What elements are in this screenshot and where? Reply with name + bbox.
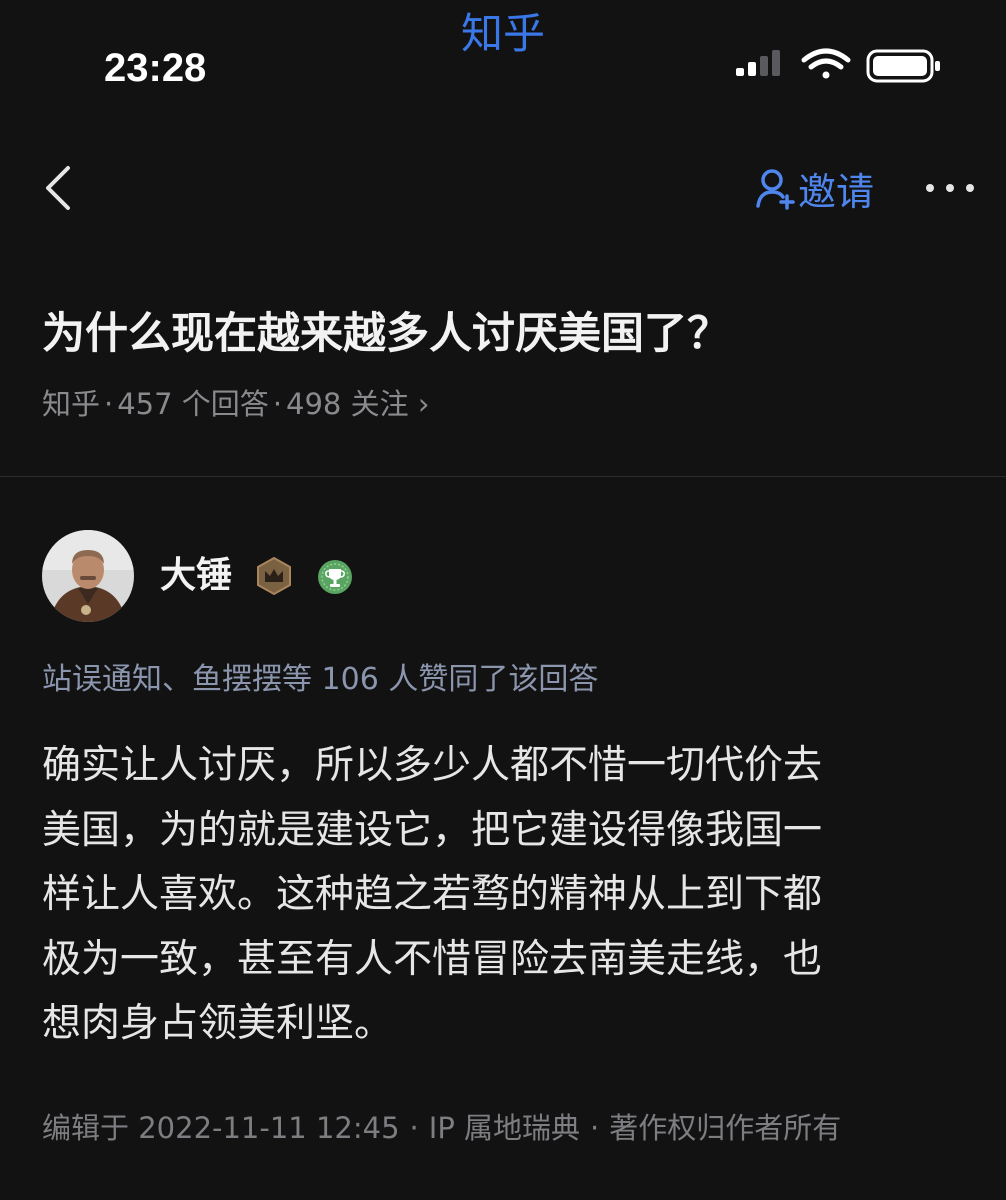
more-icon [926, 184, 974, 192]
answer-line: 美国，为的就是建设它，把它建设得像我国一 [42, 807, 823, 853]
status-icons [734, 48, 944, 88]
invite-person-icon [756, 169, 795, 210]
answer-body[interactable]: 确实让人讨厌，所以多少人都不惜一切代价去 美国，为的就是建设它，把它建设得像我国… [42, 734, 964, 1057]
answer-count: 457 个回答 [117, 387, 269, 421]
answer-footer-meta: 编辑于 2022-11-11 12:45 · IP 属地瑞典 · 著作权归作者所有 [42, 1111, 842, 1145]
question-meta[interactable]: 知乎 · 457 个回答 · 498 关注 › [42, 382, 429, 426]
answer-line: 极为一致，甚至有人不惜冒险去南美走线，也 [42, 936, 823, 982]
status-time: 23:28 [104, 46, 207, 90]
question-title[interactable]: 为什么现在越来越多人讨厌美国了？ [42, 304, 982, 364]
more-button[interactable] [924, 176, 976, 200]
wifi-icon [801, 48, 851, 79]
ip-location: IP 属地瑞典 [428, 1111, 581, 1145]
chevron-right-icon: › [417, 387, 430, 421]
answer-line: 确实让人讨厌，所以多少人都不惜一切代价去 [42, 743, 823, 788]
question-source: 知乎 [42, 387, 101, 421]
author-name[interactable]: 大锤 [160, 552, 232, 600]
answer-line: 样让人喜欢。这种趋之若骛的精神从上到下都 [42, 872, 823, 917]
cellular-signal-icon [736, 50, 780, 76]
back-button[interactable] [38, 162, 78, 214]
edited-timestamp: 编辑于 2022-11-11 12:45 [42, 1111, 400, 1145]
invite-label: 邀请 [798, 169, 875, 214]
upvote-summary[interactable]: 站误通知、鱼摆摆等 106 人赞同了该回答 [42, 658, 598, 702]
divider [0, 476, 1006, 477]
author-avatar-image [42, 530, 134, 622]
battery-icon [866, 49, 940, 83]
copyright-note: 著作权归作者所有 [609, 1111, 842, 1145]
invite-button[interactable]: 邀请 [756, 160, 874, 216]
crown-badge[interactable] [254, 556, 294, 596]
avatar[interactable] [42, 530, 134, 622]
trophy-badge[interactable] [316, 558, 354, 596]
back-icon [46, 166, 70, 210]
follower-count: 498 关注 [286, 387, 409, 421]
trophy-badge-icon [318, 560, 352, 594]
crown-badge-icon [257, 556, 291, 596]
answer-line: 想肉身占领美利坚。 [42, 1001, 394, 1046]
